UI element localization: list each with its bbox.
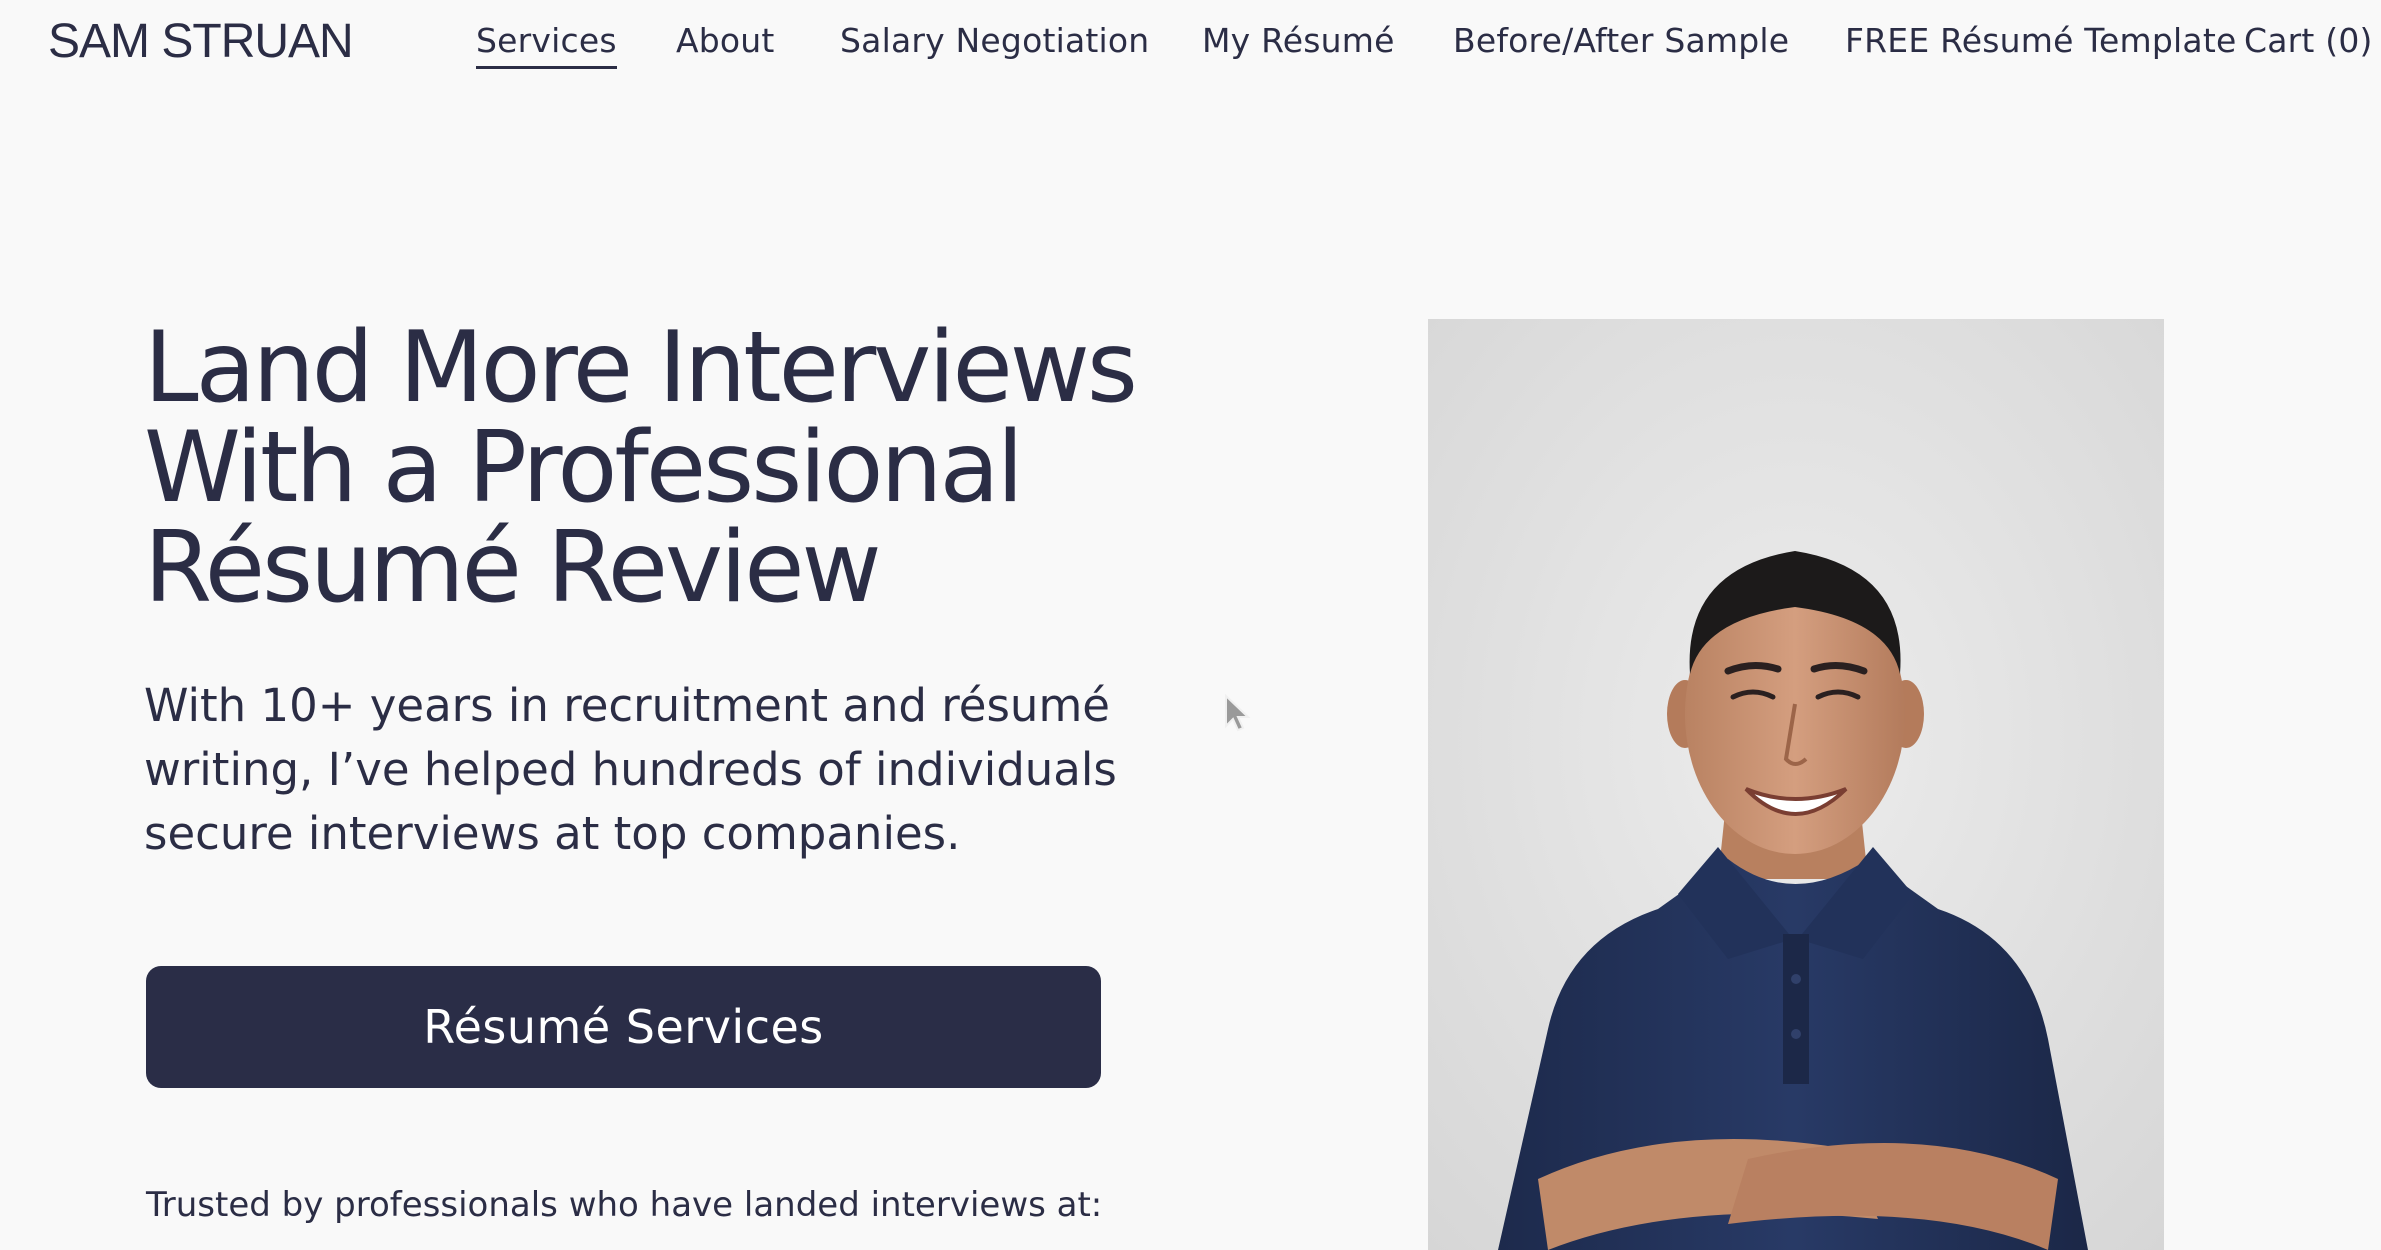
hero-subtitle-line: secure interviews at top companies. xyxy=(144,807,961,860)
brand-logo[interactable]: SAM STRUAN xyxy=(48,14,354,70)
hero-title-line: Résumé Review xyxy=(144,511,882,625)
nav-link-my-resume[interactable]: My Résumé xyxy=(1202,18,1395,64)
nav-link-free-resume-template[interactable]: FREE Résumé Template xyxy=(1845,18,2236,64)
portrait-photo xyxy=(1428,319,2164,1250)
hero-title: Land More Interviews With a Professional… xyxy=(144,318,1184,618)
resume-services-button[interactable]: Résumé Services xyxy=(146,966,1101,1088)
hero-subtitle: With 10+ years in recruitment and résumé… xyxy=(144,674,1154,866)
hero-title-line: With a Professional xyxy=(144,411,1024,525)
hero-subtitle-line: writing, I’ve helped hundreds of individ… xyxy=(144,743,1117,796)
nav-link-services[interactable]: Services xyxy=(476,18,617,69)
trusted-by-text: Trusted by professionals who have landed… xyxy=(146,1185,1103,1225)
mouse-pointer-icon xyxy=(1222,693,1252,734)
hero-subtitle-line: With 10+ years in recruitment and résumé xyxy=(144,679,1110,732)
nav-link-about[interactable]: About xyxy=(676,18,775,64)
nav-link-cart[interactable]: Cart (0) xyxy=(2244,18,2373,64)
hero-title-line: Land More Interviews xyxy=(144,311,1138,425)
nav-link-salary-negotiation[interactable]: Salary Negotiation xyxy=(840,18,1149,64)
nav-link-before-after-sample[interactable]: Before/After Sample xyxy=(1453,18,1789,64)
